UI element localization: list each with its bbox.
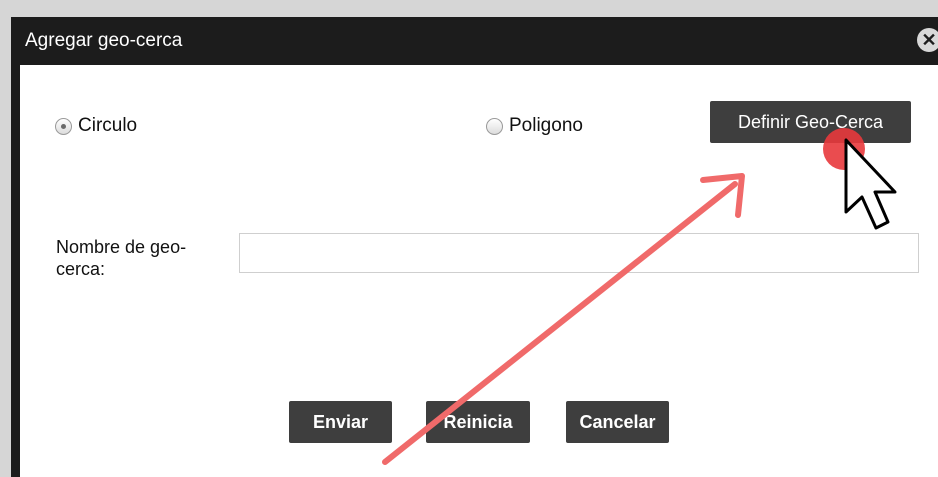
submit-button[interactable]: Enviar [289, 401, 392, 443]
define-geofence-button[interactable]: Definir Geo-Cerca [710, 101, 911, 143]
cancel-button[interactable]: Cancelar [566, 401, 669, 443]
close-icon[interactable]: ✕ [917, 28, 938, 52]
radio-circle[interactable]: Circulo [55, 115, 137, 137]
radio-polygon-button[interactable] [486, 117, 503, 135]
dialog-titlebar: Agregar geo-cerca ✕ [11, 17, 938, 65]
reset-button[interactable]: Reinicia [426, 401, 530, 443]
add-geofence-dialog: Agregar geo-cerca ✕ Circulo Poligono Def… [11, 17, 938, 477]
geofence-name-input[interactable] [239, 233, 919, 273]
dialog-title: Agregar geo-cerca [25, 30, 183, 51]
geofence-name-label: Nombre de geo-cerca: [56, 237, 187, 279]
radio-polygon-label: Poligono [509, 115, 583, 136]
radio-polygon[interactable]: Poligono [486, 115, 583, 137]
radio-circle-label: Circulo [78, 115, 138, 136]
radio-circle-button[interactable] [55, 117, 72, 135]
